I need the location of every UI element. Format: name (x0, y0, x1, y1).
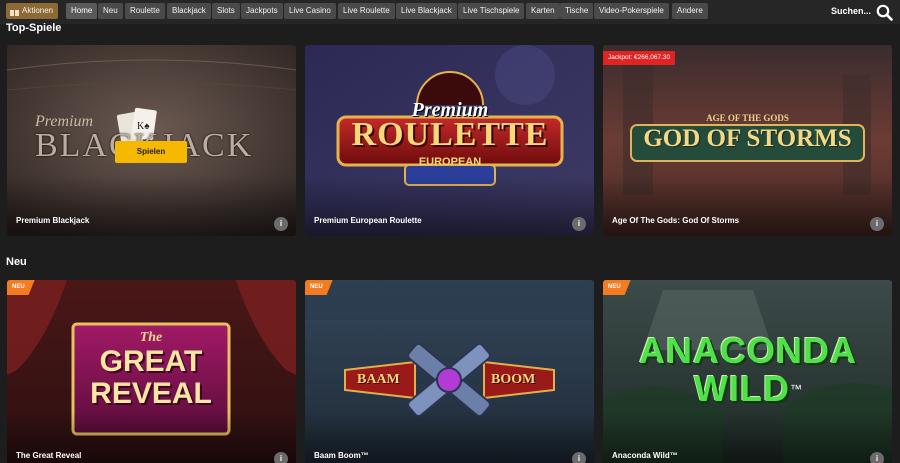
nav-item-home[interactable]: Home (66, 3, 98, 19)
game-title: Baam Boom™ (314, 451, 369, 460)
game-title: The Great Reveal (16, 451, 82, 460)
nav-item-promotions[interactable]: Aktionen (6, 3, 59, 19)
nav-item-new[interactable]: Neu (98, 3, 123, 19)
logo-line: REVEAL (90, 377, 212, 410)
info-icon[interactable]: i (870, 452, 884, 463)
game-logo-left: BAAM (357, 372, 400, 387)
info-icon[interactable]: i (274, 217, 288, 231)
search-label[interactable]: Suchen... (831, 6, 871, 16)
nav-item-live-table-games[interactable]: Live Tischspiele (458, 3, 525, 19)
nav-item-live-casino[interactable]: Live Casino (284, 3, 336, 19)
info-icon[interactable]: i (572, 452, 586, 463)
nav-item-other[interactable]: Andere (672, 3, 708, 19)
card-shade (305, 176, 594, 236)
nav-item-jackpots[interactable]: Jackpots (241, 3, 283, 19)
section-title-new: Neu (6, 256, 27, 268)
game-title: Premium Blackjack (16, 216, 90, 225)
nav-item-live-blackjack[interactable]: Live Blackjack (396, 3, 457, 19)
gift-icon (10, 7, 19, 16)
game-title: Anaconda Wild™ (612, 451, 678, 460)
game-card-god-of-storms[interactable]: Jackpot: €266,067.30 AGE OF THE GODS GOD… (603, 45, 892, 236)
game-title: Age Of The Gods: God Of Storms (612, 216, 740, 225)
game-card-baam-boom[interactable]: NEU BAAM BOOM Baam Boom™ i (305, 280, 594, 463)
nav-item-cards[interactable]: Karten (526, 3, 560, 19)
card-shade (7, 176, 296, 236)
game-logo: ANACONDA WILD™ (623, 332, 873, 416)
info-icon[interactable]: i (870, 217, 884, 231)
logo-line: ANACONDA (639, 330, 857, 371)
logo-line: ROULETTE (351, 116, 549, 153)
game-card-premium-blackjack[interactable]: K♠ Premium BLACKJACK Spielen Premium Bla… (7, 45, 296, 236)
info-icon[interactable]: i (274, 452, 288, 463)
logo-line-wrap: WILD™ (623, 370, 873, 416)
nav-item-live-roulette[interactable]: Live Roulette (338, 3, 395, 19)
game-card-the-great-reveal[interactable]: NEU The GREAT REVEAL The Great Reveal i (7, 280, 296, 463)
game-card-premium-european-roulette[interactable]: Premium ROULETTE EUROPEAN Premium Europe… (305, 45, 594, 236)
logo-line: GREAT (99, 345, 203, 378)
card-shade (603, 176, 892, 236)
logo-line: AGE OF THE GODS (706, 113, 789, 123)
game-logo: Premium ROULETTE EUROPEAN (338, 99, 562, 168)
nav-item-label: Aktionen (22, 6, 54, 15)
trademark-sign: ™ (789, 382, 802, 396)
search-icon[interactable] (876, 4, 893, 21)
game-card-anaconda-wild[interactable]: NEU ANACONDA WILD™ Anaconda Wild™ i (603, 280, 892, 463)
nav-item-slots[interactable]: Slots (212, 3, 240, 19)
nav-item-video-poker[interactable]: Video-Pokerspiele (594, 3, 669, 19)
game-logo: AGE OF THE GODS GOD OF STORMS (631, 113, 864, 153)
jackpot-badge: Jackpot: €266,067.30 (603, 51, 676, 65)
nav-item-roulette[interactable]: Roulette (125, 3, 165, 19)
game-title: Premium European Roulette (314, 216, 422, 225)
logo-line: EUROPEAN (418, 156, 482, 168)
play-button[interactable]: Spielen (115, 141, 187, 163)
logo-line: The (139, 330, 163, 345)
nav-item-tables[interactable]: Tische (560, 3, 594, 19)
game-logo-right: BOOM (491, 372, 536, 387)
top-navigation: Aktionen Home Neu Roulette Blackjack Slo… (0, 0, 900, 24)
game-logo: The GREAT REVEAL (73, 330, 229, 410)
logo-line: GOD OF STORMS (643, 125, 852, 152)
section-title-top-games: Top-Spiele (6, 22, 62, 34)
logo-line: WILD (694, 368, 790, 409)
nav-item-blackjack[interactable]: Blackjack (167, 3, 211, 19)
info-icon[interactable]: i (572, 217, 586, 231)
